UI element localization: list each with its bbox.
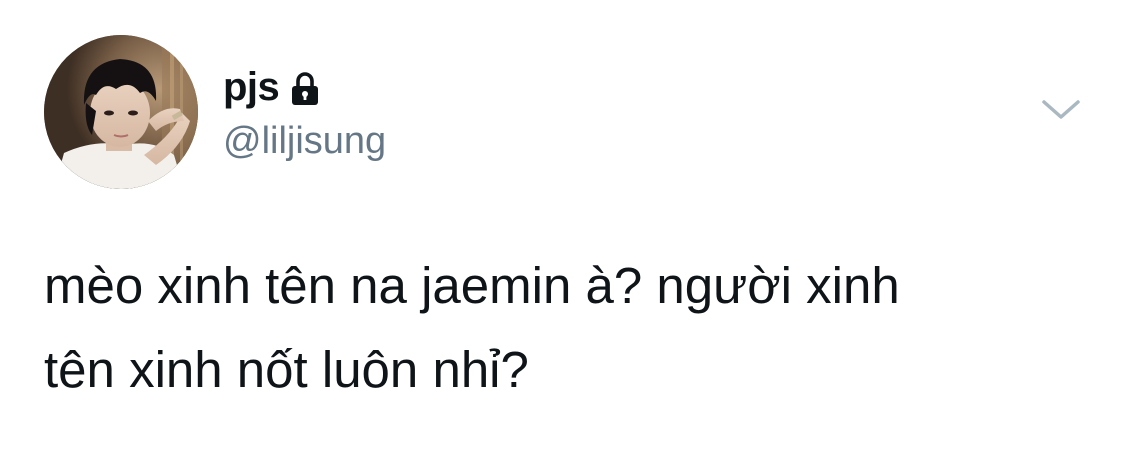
display-name[interactable]: pjs bbox=[223, 62, 280, 112]
avatar[interactable] bbox=[44, 35, 198, 189]
tweet-text-line-1: mèo xinh tên na jaemin à? người xinh bbox=[44, 257, 900, 314]
user-handle[interactable]: @liljisung bbox=[223, 116, 386, 166]
tweet-text: mèo xinh tên na jaemin à? người xinh tên… bbox=[44, 244, 1084, 412]
profile-photo-icon bbox=[44, 35, 198, 189]
chevron-down-icon[interactable] bbox=[1040, 96, 1082, 124]
tweet-text-line-2: tên xinh nốt luôn nhỉ? bbox=[44, 341, 529, 398]
lock-icon bbox=[291, 72, 319, 106]
author-name-row: pjs bbox=[223, 62, 319, 112]
tweet: pjs @liljisung mèo xinh tên na jaemin à?… bbox=[0, 0, 1125, 467]
